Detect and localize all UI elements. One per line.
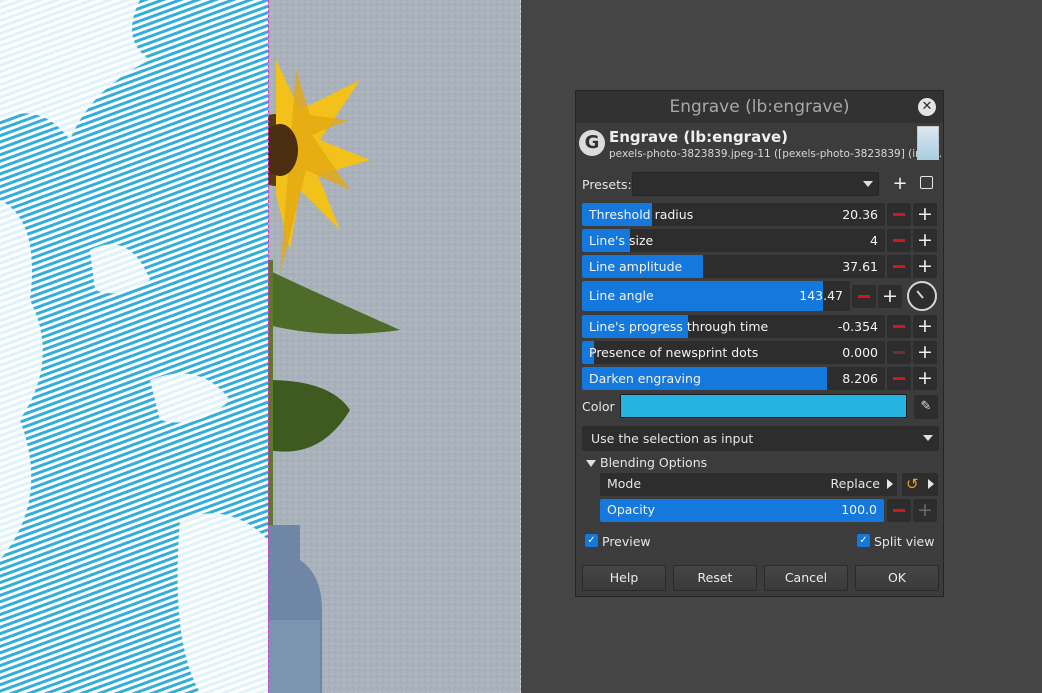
line-progress-label: Line's progress through time — [589, 318, 769, 334]
threshold-radius-decrease-button[interactable] — [887, 203, 911, 226]
dialog-titlebar[interactable]: Engrave (lb:engrave) ✕ — [576, 91, 943, 123]
line-size-value: 4 — [870, 232, 878, 248]
threshold-radius-slider[interactable]: Threshold radius 20.36 — [582, 203, 885, 226]
presets-label: Presets: — [582, 177, 632, 192]
add-preset-icon[interactable]: + — [889, 173, 911, 195]
mode-label: Mode — [607, 476, 642, 491]
split-view-guide[interactable] — [268, 0, 269, 693]
newsprint-dots-decrease-button[interactable] — [887, 341, 911, 364]
line-amplitude-value: 37.61 — [842, 258, 878, 274]
newsprint-dots-slider[interactable]: Presence of newsprint dots 0.000 — [582, 341, 885, 364]
blend-mode-dropdown[interactable]: Mode Replace — [600, 473, 897, 496]
newsprint-dots-label: Presence of newsprint dots — [589, 344, 759, 360]
threshold-radius-value: 20.36 — [842, 206, 878, 222]
cancel-button[interactable]: Cancel — [764, 565, 848, 591]
layer-thumbnail — [917, 126, 939, 160]
line-size-label: Line's size — [589, 232, 654, 248]
chevron-right-icon — [887, 479, 893, 489]
input-source-value: Use the selection as input — [591, 431, 754, 446]
composite-mode-button[interactable]: ↺ — [902, 473, 938, 496]
line-angle-label: Line angle — [589, 288, 654, 303]
darken-engraving-increase-button[interactable]: + — [913, 367, 937, 390]
line-progress-increase-button[interactable]: + — [913, 315, 937, 338]
line-amplitude-label: Line amplitude — [589, 258, 683, 274]
threshold-radius-label: Threshold radius — [589, 206, 694, 222]
preview-checkbox[interactable]: ✓ — [585, 534, 598, 547]
close-icon[interactable]: ✕ — [918, 98, 936, 116]
dialog-header: G Engrave (lb:engrave) pexels-photo-3823… — [576, 124, 943, 164]
split-view-checkbox[interactable]: ✓ — [857, 534, 870, 547]
darken-engraving-label: Darken engraving — [589, 370, 701, 386]
reset-button[interactable]: Reset — [673, 565, 757, 591]
line-angle-slider[interactable]: Line angle 143.47 — [582, 281, 850, 311]
opacity-value: 100.0 — [841, 502, 877, 517]
line-amplitude-slider[interactable]: Line amplitude 37.61 — [582, 255, 885, 278]
split-view-label: Split view — [874, 534, 935, 549]
expander-triangle-icon — [586, 460, 596, 467]
line-size-decrease-button[interactable] — [887, 229, 911, 252]
opacity-increase-button[interactable]: + — [913, 499, 937, 522]
line-size-increase-button[interactable]: + — [913, 229, 937, 252]
darken-engraving-slider[interactable]: Darken engraving 8.206 — [582, 367, 885, 390]
undo-arrow-icon: ↺ — [906, 475, 919, 493]
opacity-slider[interactable]: Opacity 100.0 — [600, 499, 884, 522]
threshold-radius-increase-button[interactable]: + — [913, 203, 937, 226]
chevron-down-icon — [863, 181, 873, 187]
presets-dropdown[interactable] — [632, 172, 879, 196]
line-angle-value: 143.47 — [799, 288, 843, 303]
line-angle-decrease-button[interactable] — [852, 284, 876, 308]
line-size-slider[interactable]: Line's size 4 — [582, 229, 885, 252]
darken-engraving-decrease-button[interactable] — [887, 367, 911, 390]
chevron-down-icon — [923, 435, 933, 441]
line-progress-slider[interactable]: Line's progress through time -0.354 — [582, 315, 885, 338]
line-progress-value: -0.354 — [837, 318, 878, 334]
engrave-dialog: Engrave (lb:engrave) ✕ G Engrave (lb:eng… — [575, 90, 944, 597]
color-swatch[interactable] — [620, 394, 907, 418]
opacity-decrease-button[interactable] — [887, 499, 911, 522]
line-angle-increase-button[interactable]: + — [878, 284, 902, 308]
image-canvas[interactable] — [0, 0, 521, 693]
canvas-image — [0, 0, 521, 693]
line-progress-decrease-button[interactable] — [887, 315, 911, 338]
preview-label: Preview — [602, 534, 651, 549]
color-picker-icon[interactable]: ✎ — [914, 395, 938, 419]
newsprint-dots-value: 0.000 — [842, 344, 878, 360]
ok-button[interactable]: OK — [855, 565, 939, 591]
gegl-logo-icon: G — [579, 130, 605, 156]
canvas-boundary — [520, 0, 521, 693]
newsprint-dots-increase-button[interactable]: + — [913, 341, 937, 364]
filter-target-layer: pexels-photo-3823839.jpeg-11 ([pexels-ph… — [609, 148, 943, 160]
blending-options-expander[interactable]: Blending Options — [586, 455, 707, 470]
opacity-label: Opacity — [607, 502, 656, 517]
blending-options-label: Blending Options — [600, 455, 708, 470]
input-source-dropdown[interactable]: Use the selection as input — [582, 426, 939, 451]
preset-menu-icon[interactable] — [915, 173, 937, 195]
help-button[interactable]: Help — [582, 565, 666, 591]
mode-value: Replace — [830, 476, 880, 491]
color-label: Color — [582, 399, 615, 414]
darken-engraving-value: 8.206 — [842, 370, 878, 386]
line-amplitude-decrease-button[interactable] — [887, 255, 911, 278]
line-amplitude-increase-button[interactable]: + — [913, 255, 937, 278]
chevron-right-icon — [928, 479, 934, 489]
angle-dial[interactable] — [907, 281, 937, 311]
filter-title: Engrave (lb:engrave) — [609, 128, 789, 146]
dialog-window-title: Engrave (lb:engrave) — [669, 97, 850, 117]
